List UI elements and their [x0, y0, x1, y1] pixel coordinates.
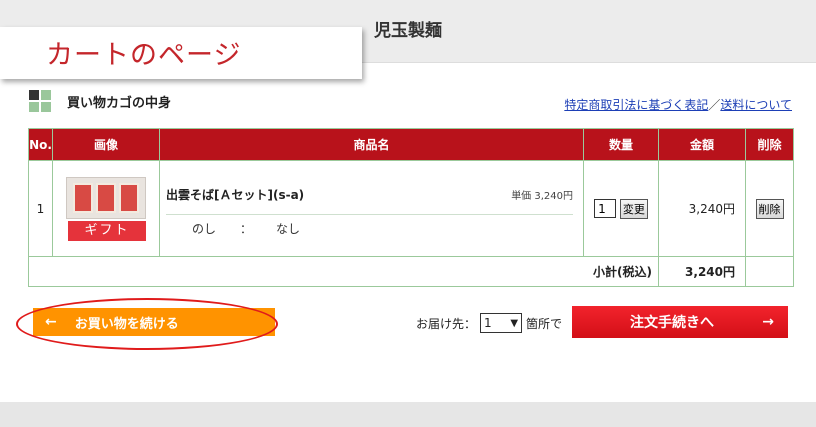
arrow-right-icon: →	[762, 314, 774, 330]
option-name: のし	[192, 222, 217, 236]
cart-blocks-icon	[29, 90, 51, 112]
product-name: 出雲そば[Ａセット](s-a)	[166, 187, 305, 202]
gift-badge: ギフト	[68, 220, 146, 241]
option-value: なし	[276, 222, 301, 236]
item-no: 1	[28, 160, 53, 257]
subtotal-row: 小計(税込) 3,240円	[28, 256, 794, 287]
checkout-label: 注文手続きへ	[630, 315, 714, 331]
product-thumbnail[interactable]: ギフト	[66, 176, 146, 241]
ship-count-select[interactable]: 1 ▼	[480, 313, 523, 333]
link-separator: ／	[708, 98, 721, 112]
col-delete: 削除	[745, 128, 794, 161]
change-quantity-button[interactable]: 変更	[619, 198, 648, 219]
item-delete-cell: 削除	[745, 160, 794, 257]
chevron-down-icon: ▼	[510, 317, 519, 329]
col-quantity: 数量	[583, 128, 659, 161]
subtotal-value: 3,240円	[658, 256, 746, 287]
item-option: のし ： なし	[166, 215, 573, 243]
arrow-left-icon: ←	[45, 314, 57, 330]
ship-prefix: お届け先：	[416, 316, 477, 331]
item-name-cell: 出雲そば[Ａセット](s-a) 単価 3,240円 のし ： なし	[159, 160, 584, 257]
item-image-cell: ギフト	[52, 160, 160, 257]
law-link[interactable]: 特定商取引法に基づく表記	[564, 98, 708, 112]
cart-title: 買い物カゴの中身	[67, 95, 172, 111]
item-quantity-cell: 変更	[583, 160, 659, 257]
subtotal-label: 小計(税込)	[28, 256, 659, 287]
product-photo	[66, 176, 146, 219]
continue-shopping-label: お買い物を続ける	[74, 316, 179, 332]
col-product-name: 商品名	[159, 128, 584, 161]
cart-header: 買い物カゴの中身	[29, 90, 171, 112]
table-row: 1 ギフト 出雲そば[Ａセット](s-a) 単価 3,240円 のし ： なし	[28, 160, 794, 257]
bottom-strip	[0, 402, 816, 427]
col-amount: 金額	[658, 128, 746, 161]
checkout-button[interactable]: 注文手続きへ →	[572, 306, 788, 338]
info-links: 特定商取引法に基づく表記／送料について	[564, 96, 792, 113]
delete-button[interactable]: 削除	[755, 198, 784, 219]
ship-suffix: 箇所で	[526, 316, 563, 331]
subtotal-empty	[745, 256, 794, 287]
shipping-destination: お届け先： 1 ▼ 箇所で	[416, 313, 562, 333]
cart-table: No. 画像 商品名 数量 金額 削除 1 ギフト 出雲そば[Ａセット](s-a…	[28, 128, 794, 287]
continue-shopping-button[interactable]: ← お買い物を続ける	[33, 308, 275, 336]
item-amount: 3,240円	[658, 160, 746, 257]
option-separator: ：	[240, 222, 253, 236]
quantity-input[interactable]	[594, 199, 617, 218]
cart-table-header: No. 画像 商品名 数量 金額 削除	[28, 128, 794, 161]
unit-price: 単価 3,240円	[511, 190, 573, 202]
page-label: カートのページ	[46, 40, 242, 71]
page-label-banner: カートのページ	[0, 27, 362, 79]
col-no: No.	[28, 128, 53, 161]
ship-count-value: 1	[484, 316, 492, 330]
shipping-link[interactable]: 送料について	[720, 98, 792, 112]
col-image: 画像	[52, 128, 160, 161]
